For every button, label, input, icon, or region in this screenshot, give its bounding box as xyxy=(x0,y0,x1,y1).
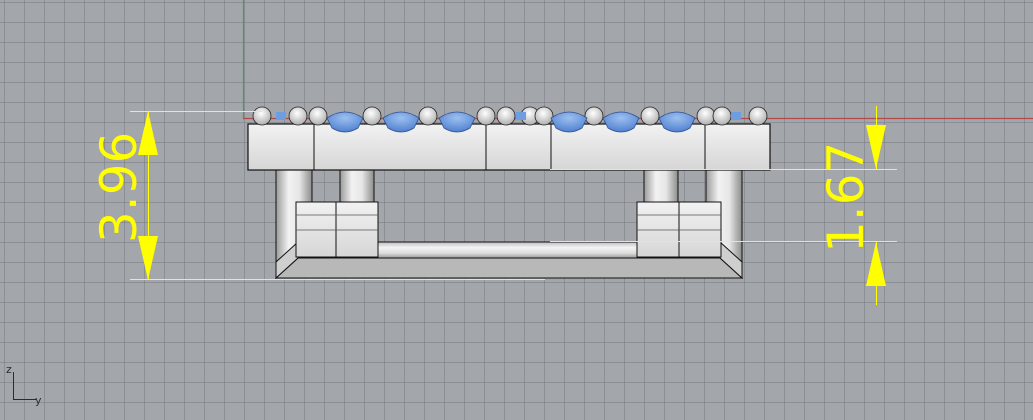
dimension-overall-height-value[interactable]: 3.96 xyxy=(90,132,148,243)
axis-indicator-icon xyxy=(13,372,36,400)
rhino-right-viewport[interactable]: 3.96 1.67 z y xyxy=(0,0,1033,420)
setting-top-bar[interactable] xyxy=(247,123,771,171)
axis-indicator-up-label: z xyxy=(6,363,12,376)
axis-indicator-right-label: y xyxy=(35,394,42,407)
model-scene[interactable] xyxy=(0,0,1033,420)
dimension-lower-height-value[interactable]: 1.67 xyxy=(817,142,875,253)
ring-shank[interactable] xyxy=(274,169,744,280)
